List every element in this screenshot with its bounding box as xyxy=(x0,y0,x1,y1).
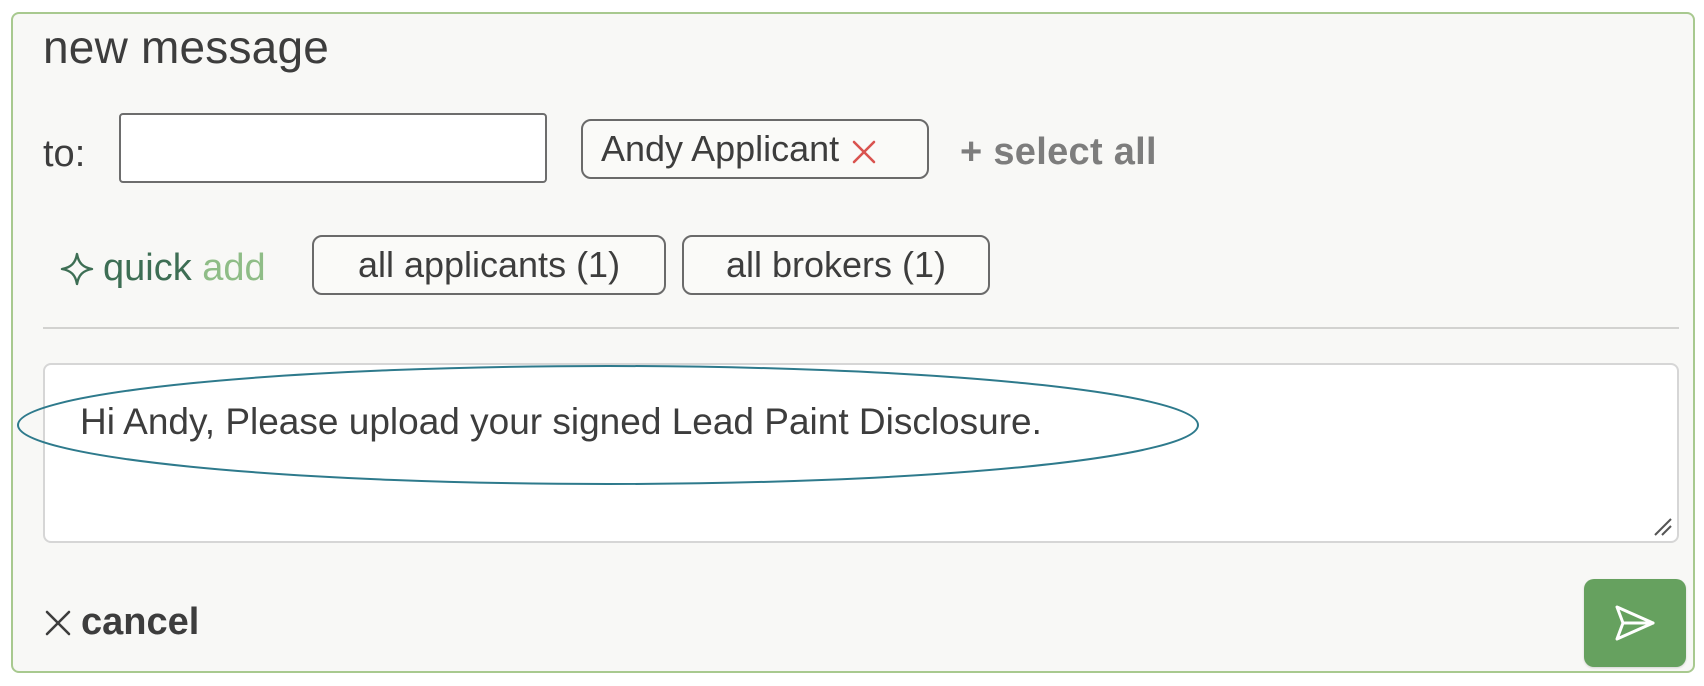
message-text: Hi Andy, Please upload your signed Lead … xyxy=(80,401,1042,442)
message-textarea[interactable]: Hi Andy, Please upload your signed Lead … xyxy=(43,363,1679,543)
recipient-chip: Andy Applicant xyxy=(581,119,929,179)
all-applicants-label: all applicants (1) xyxy=(357,244,621,285)
to-input[interactable] xyxy=(119,113,547,183)
close-icon[interactable] xyxy=(849,134,879,164)
all-brokers-button[interactable]: all brokers (1) xyxy=(682,235,990,295)
new-message-panel: new message to: Andy Applicant + select … xyxy=(11,12,1695,673)
cancel-button[interactable]: cancel xyxy=(43,601,199,644)
send-button[interactable] xyxy=(1584,579,1686,667)
quick-add: quick add xyxy=(59,247,266,290)
close-icon xyxy=(45,610,71,635)
quick-add-label-word1: quick xyxy=(103,247,192,289)
send-icon xyxy=(1615,605,1655,641)
select-all-link[interactable]: + select all xyxy=(960,131,1157,174)
resize-handle-icon[interactable] xyxy=(1651,515,1673,537)
panel-title: new message xyxy=(43,21,330,73)
cancel-label: cancel xyxy=(81,601,200,643)
all-brokers-label: all brokers (1) xyxy=(725,244,947,285)
quick-add-label-word2: add xyxy=(202,247,266,289)
sparkle-icon xyxy=(60,252,94,285)
all-applicants-button[interactable]: all applicants (1) xyxy=(312,235,666,295)
recipient-name: Andy Applicant xyxy=(601,128,840,169)
to-label: to: xyxy=(43,133,86,175)
divider xyxy=(43,327,1679,329)
